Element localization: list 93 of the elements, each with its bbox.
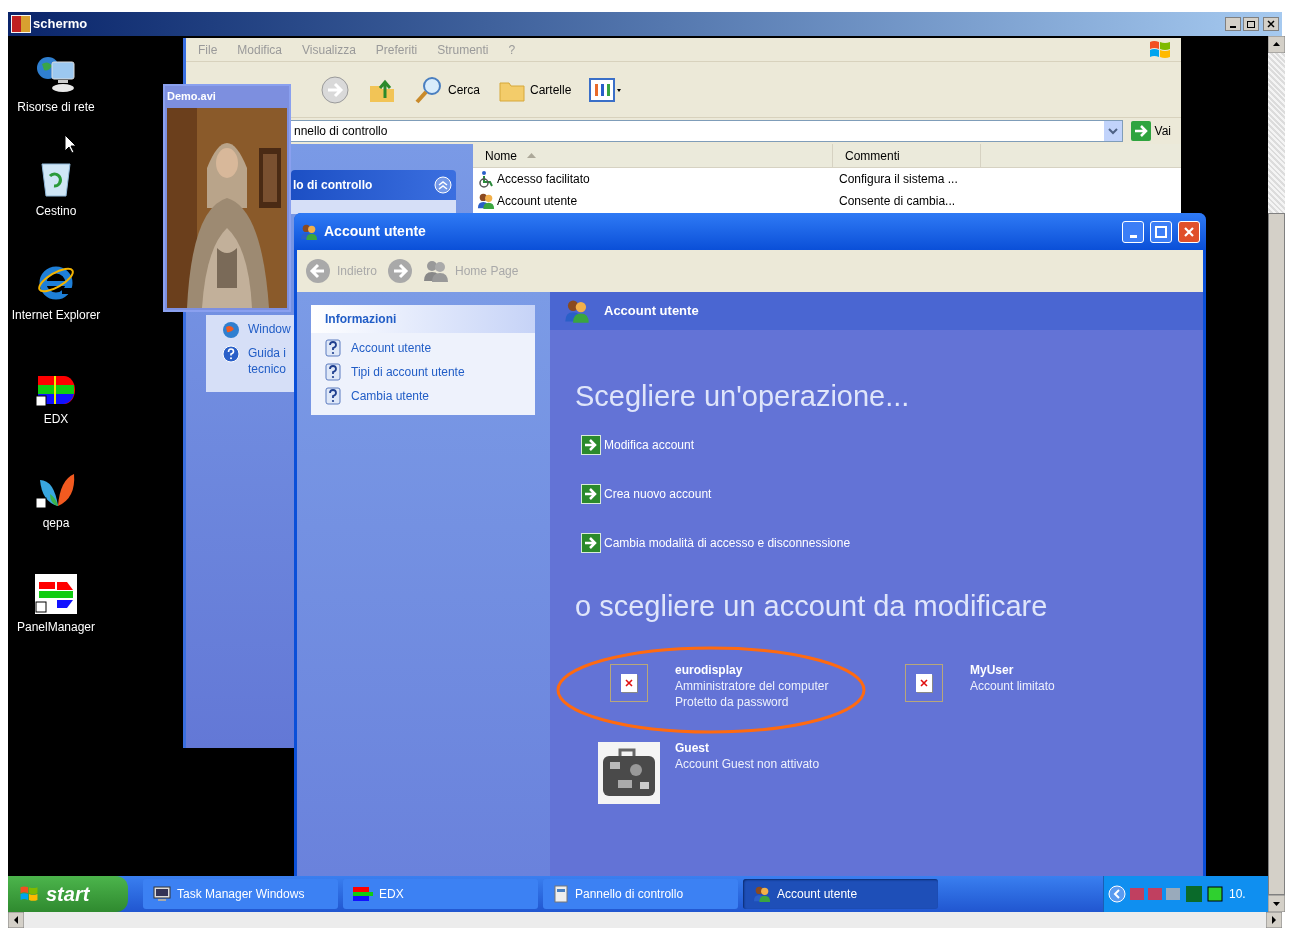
close-icon [1267, 20, 1275, 28]
close-button[interactable] [1263, 17, 1279, 31]
butterfly-icon [36, 472, 76, 510]
striped-d-icon [353, 887, 373, 901]
account-detail: Account Guest non attivato [675, 756, 820, 772]
help-link[interactable]: Tipi di account utente [351, 363, 465, 381]
users-icon [423, 259, 450, 283]
minimize-button[interactable] [1225, 17, 1241, 31]
table-cell-text: Account utente [497, 193, 578, 210]
broken-image-icon [610, 664, 648, 702]
taskbar-button[interactable]: Pannello di controllo [543, 879, 738, 909]
account-name: MyUser [970, 662, 1015, 678]
video-title: Demo.avi [167, 88, 216, 104]
account-detail: Protetto da password [675, 694, 790, 710]
taskbar-button[interactable]: Account utente [743, 879, 938, 909]
monitor-icon [153, 886, 171, 902]
globe-icon [222, 321, 240, 339]
help-link[interactable]: Cambia utente [351, 387, 430, 405]
network-computer-icon [34, 54, 78, 94]
users-icon [477, 192, 495, 210]
maximize-button[interactable] [1243, 17, 1259, 31]
users-icon [564, 298, 590, 324]
help-icon [222, 345, 240, 363]
views-icon [589, 77, 624, 102]
minimize-icon [1129, 234, 1137, 238]
users-icon [300, 222, 318, 241]
desktop-icon-label[interactable]: Risorse di rete [10, 100, 102, 115]
window-title: Account utente [324, 222, 426, 241]
minimize-icon [1230, 26, 1236, 28]
sort-arrow-icon [527, 153, 536, 158]
taskbar-button[interactable]: EDX [343, 879, 538, 909]
task-pane-header[interactable]: lo di controllo [291, 170, 456, 200]
app-logo-icon [11, 15, 31, 33]
help-icon [325, 363, 341, 381]
desktop-icon-label[interactable]: EDX [10, 412, 102, 427]
scroll-down-icon [1268, 895, 1285, 912]
column-header[interactable]: Nome [473, 144, 833, 167]
panel-manager-icon [35, 574, 77, 614]
task-link[interactable]: Cambia modalità di accesso e disconnessione [604, 534, 851, 552]
close-icon [1183, 225, 1195, 238]
windows-flag-icon [18, 884, 40, 904]
help-icon [325, 339, 341, 357]
clock: 10. [1229, 886, 1246, 903]
collapse-icon [434, 176, 452, 194]
account-tile[interactable]: Guest Account Guest non attivato [598, 740, 893, 804]
account-tile[interactable]: eurodisplay Amministratore del computer Protetto da password [598, 662, 893, 710]
content-header: Account utente [550, 292, 1203, 330]
arrow-icon [1130, 121, 1151, 141]
maximize-icon [1155, 225, 1167, 238]
broken-image-icon [905, 664, 943, 702]
desktop-icon-label[interactable]: Internet Explorer [10, 308, 102, 323]
side-link[interactable]: Guida i tecnico [248, 345, 287, 377]
account-tile[interactable]: MyUser Account limitato [893, 662, 1188, 710]
section-heading: o scegliere un account da modificare [575, 590, 1049, 622]
desktop-icon-label[interactable]: qepa [10, 516, 102, 531]
table-cell-text: Configura il sistema ... [838, 171, 958, 188]
account-detail: Amministratore del computer [675, 678, 829, 694]
dropdown-icon [1103, 121, 1122, 141]
mouse-cursor-icon [64, 134, 76, 154]
search-icon [414, 74, 444, 105]
toolbar-button[interactable]: Cerca [410, 72, 484, 107]
desktop-icon-label[interactable]: Cestino [10, 204, 102, 219]
task-link[interactable]: Modifica account [604, 436, 695, 454]
help-icon [325, 387, 341, 405]
table-cell-text: Accesso facilitato [497, 171, 590, 188]
help-link[interactable]: Account utente [351, 339, 432, 357]
side-link[interactable]: Window [248, 321, 291, 337]
users-icon [753, 885, 771, 903]
desktop-icon-label[interactable]: PanelManager [10, 620, 102, 635]
windows-flag-icon [1147, 38, 1173, 61]
striped-d-icon [36, 374, 76, 406]
window-title: schermo [33, 15, 88, 34]
suitcase-icon [598, 742, 660, 804]
vertical-scrollbar[interactable] [1268, 36, 1285, 912]
wheelchair-icon [477, 170, 495, 188]
task-link[interactable]: Crea nuovo account [604, 485, 712, 503]
maximize-icon [1247, 20, 1255, 28]
table-cell-text: Consente di cambia... [838, 193, 956, 210]
column-header[interactable]: Commenti [833, 144, 981, 167]
info-panel-title: Informazioni [325, 311, 397, 328]
account-detail: Account limitato [970, 678, 1055, 694]
menu-item[interactable]: ? [508, 40, 516, 59]
go-button[interactable]: Vai [1126, 121, 1175, 141]
scroll-right-icon [1266, 912, 1282, 928]
horizontal-scrollbar[interactable] [8, 912, 1282, 928]
account-name: Guest [675, 740, 710, 756]
account-name: eurodisplay [675, 662, 744, 678]
toolbar-button[interactable]: Cartelle [494, 72, 576, 107]
control-panel-icon [553, 885, 569, 903]
taskbar-button[interactable]: Task Manager Windows [143, 879, 338, 909]
scroll-left-icon [8, 912, 24, 928]
section-heading: Scegliere un'operazione... [575, 380, 911, 412]
start-button[interactable]: start [8, 876, 128, 912]
